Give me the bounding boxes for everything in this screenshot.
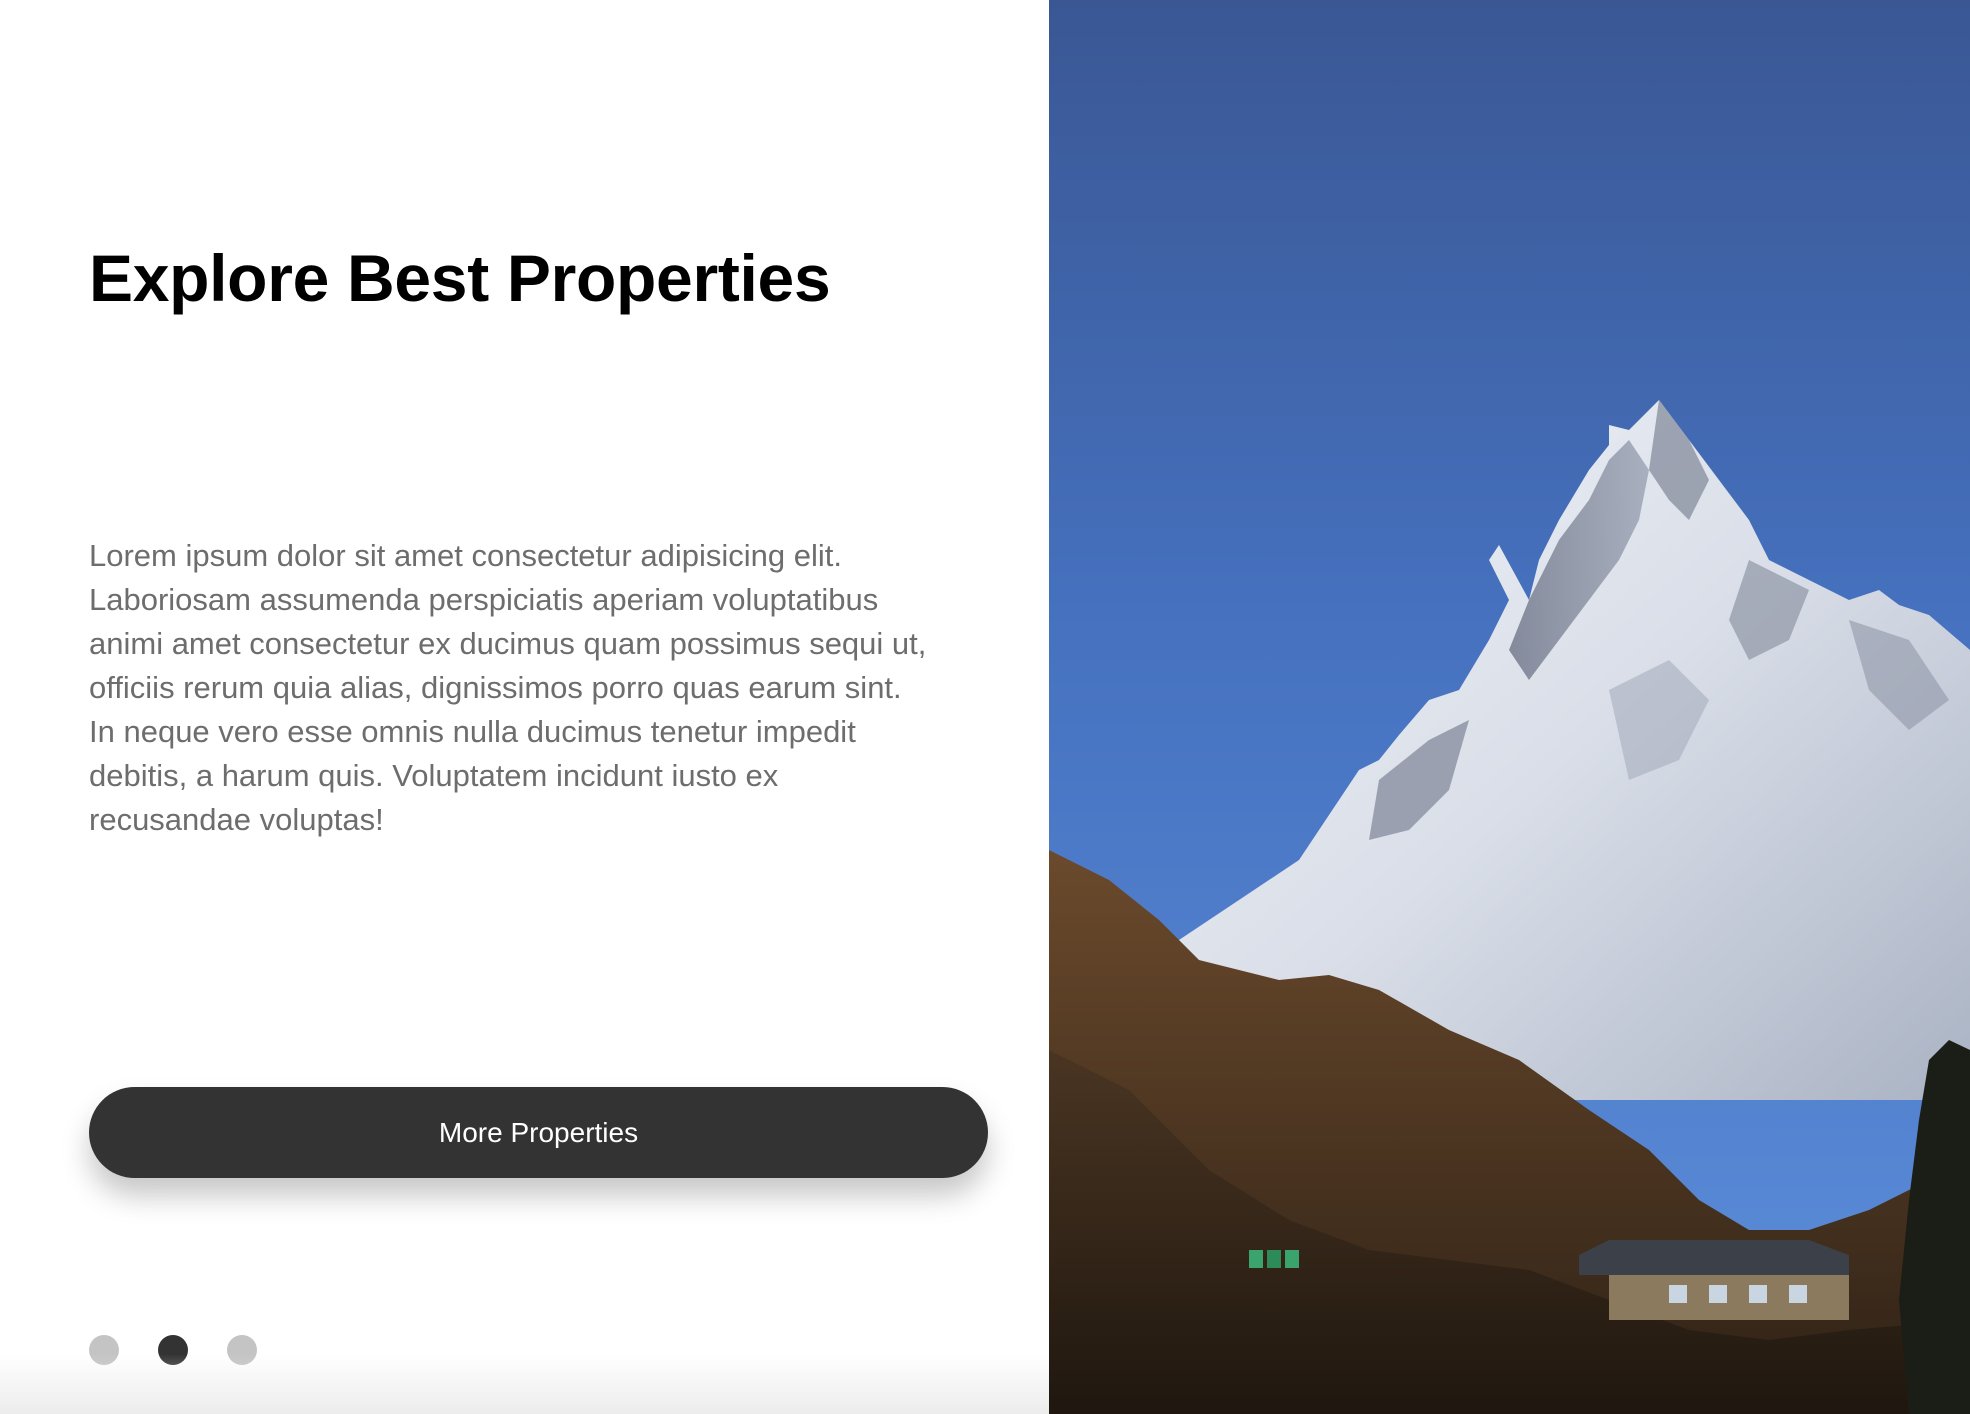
- pagination-dot-2-active[interactable]: [158, 1335, 188, 1365]
- mountain-illustration: [1049, 0, 1970, 1414]
- slide-title: Explore Best Properties: [89, 241, 831, 315]
- pagination-dot-1[interactable]: [89, 1335, 119, 1365]
- mountain-photo: [1049, 0, 1970, 1414]
- slide-description: Lorem ipsum dolor sit amet consectetur a…: [89, 538, 927, 837]
- pagination-dot-3[interactable]: [227, 1335, 257, 1365]
- content-panel: Explore Best Properties Lorem ipsum dolo…: [0, 0, 1049, 1414]
- more-properties-button[interactable]: More Properties: [89, 1087, 988, 1178]
- property-slide: Explore Best Properties Lorem ipsum dolo…: [0, 0, 1970, 1414]
